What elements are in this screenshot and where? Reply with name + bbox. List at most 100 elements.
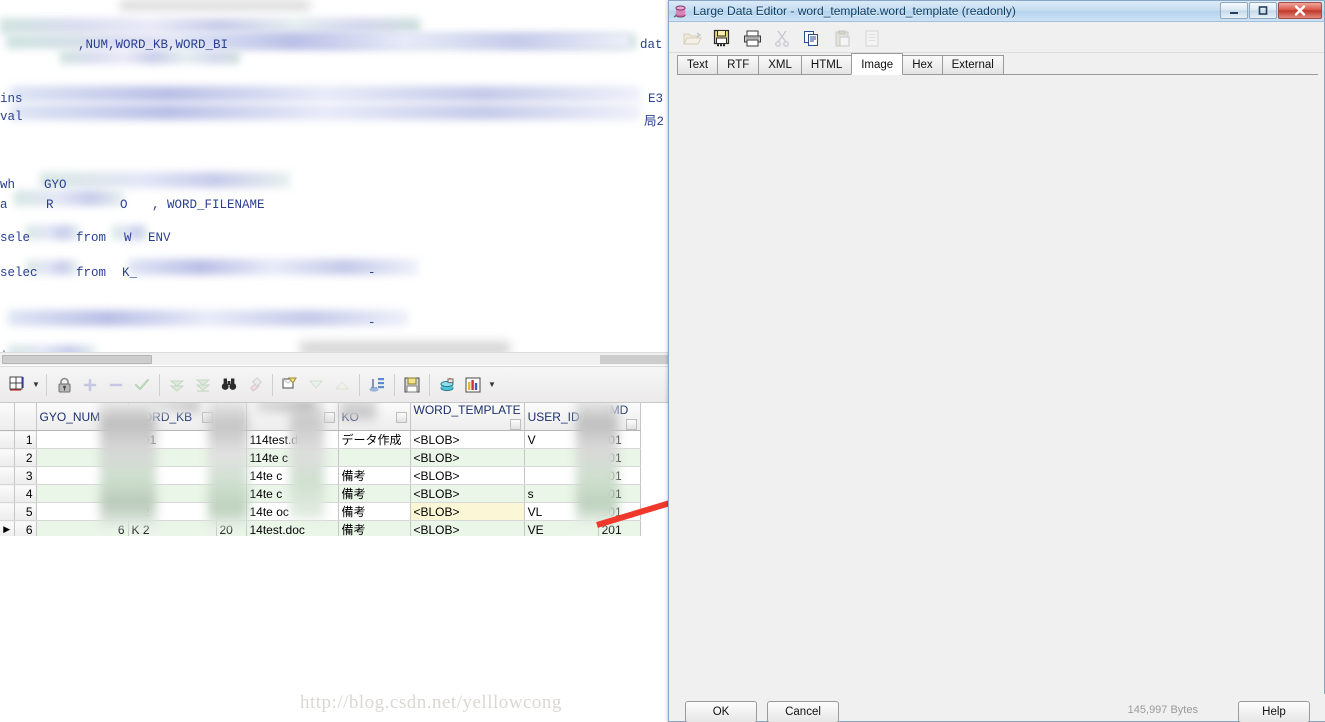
cell-word-kb[interactable]: K 2 [128,520,217,536]
tab-hex[interactable]: Hex [902,55,943,74]
column-header[interactable] [246,403,339,431]
table-row[interactable]: 11K 01 2 114test.doc データ作成 <BLOB> V 201 [0,430,641,449]
column-resize-handle[interactable] [113,411,125,423]
sort-descending-icon[interactable] [303,372,329,398]
column-resize-handle[interactable] [201,411,213,423]
cell-user-id[interactable] [524,448,599,467]
scroll-bottom-icon[interactable] [190,372,216,398]
cell-gyo-num[interactable]: 4 [36,484,129,503]
sql-horizontal-scrollbar[interactable] [0,352,672,365]
copy-icon[interactable] [797,26,827,50]
cell-redacted-3[interactable]: 2 [216,430,247,449]
format-tabs[interactable]: Text RTF XML HTML Image Hex External [677,53,1318,75]
properties-icon[interactable] [857,26,887,50]
cell-gyo-num[interactable]: 5 [36,502,129,521]
cell-redacted-3[interactable]: 2 [216,448,247,467]
column-resize-handle[interactable] [323,412,335,423]
save-disk-icon[interactable] [399,372,425,398]
scrollbar-thumb-secondary[interactable] [600,355,672,364]
chart-caret-icon[interactable]: ▼ [486,380,498,389]
cell-biko[interactable]: 備考 [338,520,411,536]
cell-filename[interactable]: 114te c [246,448,339,467]
cell-word-template[interactable]: <BLOB> [410,484,525,503]
minimize-button[interactable] [1220,2,1248,19]
chart-icon[interactable] [460,372,486,398]
lock-icon[interactable] [51,372,77,398]
cell-word-kb[interactable]: K 2 [128,502,217,521]
cell-filename[interactable]: 14te c [246,484,339,503]
cell-gyo-num[interactable]: 3 [36,466,129,485]
cell-ymd[interactable]: 201 [598,484,641,503]
database-icon[interactable] [434,372,460,398]
cell-biko[interactable]: データ作成 [338,430,411,449]
cell-user-id[interactable]: V [524,430,599,449]
column-resize-handle[interactable] [583,411,595,423]
cell-biko[interactable]: 備考 [338,502,411,521]
cell-ymd[interactable]: 201 [598,448,641,467]
column-header[interactable]: KO [338,403,411,431]
column-header[interactable] [216,403,247,431]
tab-xml[interactable]: XML [758,55,802,74]
cell-word-kb[interactable]: K [128,466,217,485]
cancel-button[interactable]: Cancel [767,701,839,722]
column-header[interactable]: GYO_NUM [36,403,129,431]
save-icon[interactable] [707,26,737,50]
ok-button[interactable]: OK [685,701,757,722]
cell-gyo-num[interactable]: 2 [36,448,129,467]
cell-word-template[interactable]: <BLOB> [410,466,525,485]
cell-gyo-num[interactable]: 1 [36,430,129,449]
cell-word-template[interactable]: <BLOB> [410,448,525,467]
commit-check-icon[interactable] [129,372,155,398]
cell-user-id[interactable]: VL [524,502,599,521]
tab-html[interactable]: HTML [800,55,853,74]
column-header[interactable]: WORD_KB [128,403,217,431]
window-titlebar[interactable]: Large Data Editor - word_template.word_t… [669,1,1324,22]
grid-body[interactable]: 11K 01 2 114test.doc データ作成 <BLOB> V 201 2 2 K 2 114… [0,430,641,536]
tab-rtf[interactable]: RTF [717,55,760,74]
sql-editor-area[interactable]: ,NUM,WORD_KB,WORD_BI dat ins E3 val 局2 wh GYO a R… [0,0,672,365]
print-icon[interactable] [737,26,767,50]
delete-record-icon[interactable] [103,372,129,398]
paste-icon[interactable] [827,26,857,50]
cell-word-kb[interactable]: K [128,448,217,467]
filter-icon[interactable] [277,372,303,398]
cell-ymd[interactable]: 201 [598,520,641,536]
network-icon[interactable] [364,372,390,398]
cell-ymd[interactable]: 201 [598,466,641,485]
close-button[interactable] [1278,2,1322,19]
scrollbar-thumb[interactable] [2,355,152,364]
table-row[interactable]: 3 3 K 20 14te c 備考 <BLOB> 201 [0,466,641,485]
table-row[interactable]: 55K 2 20 14te oc 備考 <BLOB> VL 201 [0,502,641,521]
column-resize-handle[interactable] [625,419,637,430]
maximize-button[interactable] [1249,2,1277,19]
editor-toolbar[interactable] [669,24,1324,53]
cell-filename[interactable]: 14te oc [246,502,339,521]
tab-text[interactable]: Text [677,55,719,74]
cell-redacted-3[interactable]: 20 [216,466,247,485]
tab-image[interactable]: Image [851,53,904,75]
cell-user-id[interactable]: s [524,484,599,503]
cell-filename[interactable]: 14te c [246,466,339,485]
column-header[interactable]: WORD_TEMPLATE [410,403,525,431]
find-binoculars-icon[interactable] [216,372,242,398]
column-resize-handle[interactable] [509,419,521,430]
cell-word-kb[interactable]: K [128,484,217,503]
cell-biko[interactable]: 備考 [338,484,411,503]
open-file-icon[interactable] [677,26,707,50]
data-grid[interactable]: GYO_NUM WORD_KB KO WORD_TEMPLATE USER_ID YMD … [0,403,672,536]
cell-filename[interactable]: 114test.doc [246,430,339,449]
table-row[interactable]: ▶ 6 6 K 2 20 14test.doc 備考 <BLOB> VE 201 [0,520,641,536]
large-data-editor-window[interactable]: Large Data Editor - word_template.word_t… [668,0,1325,722]
cell-user-id[interactable]: VE [524,520,599,536]
column-header[interactable]: USER_ID [524,403,599,431]
grid-layout-caret-icon[interactable]: ▼ [30,380,42,389]
column-resize-handle[interactable] [395,411,407,423]
table-row[interactable]: 2 2 K 2 114te c <BLOB> 201 [0,448,641,467]
cell-word-kb[interactable]: K 01 [128,430,217,449]
cell-ymd[interactable]: 201 [598,430,641,449]
tab-external[interactable]: External [941,55,1004,74]
cell-user-id[interactable] [524,466,599,485]
cell-redacted-3[interactable]: 20 [216,502,247,521]
column-resize-handle[interactable] [231,412,243,423]
scroll-down-icon[interactable] [164,372,190,398]
